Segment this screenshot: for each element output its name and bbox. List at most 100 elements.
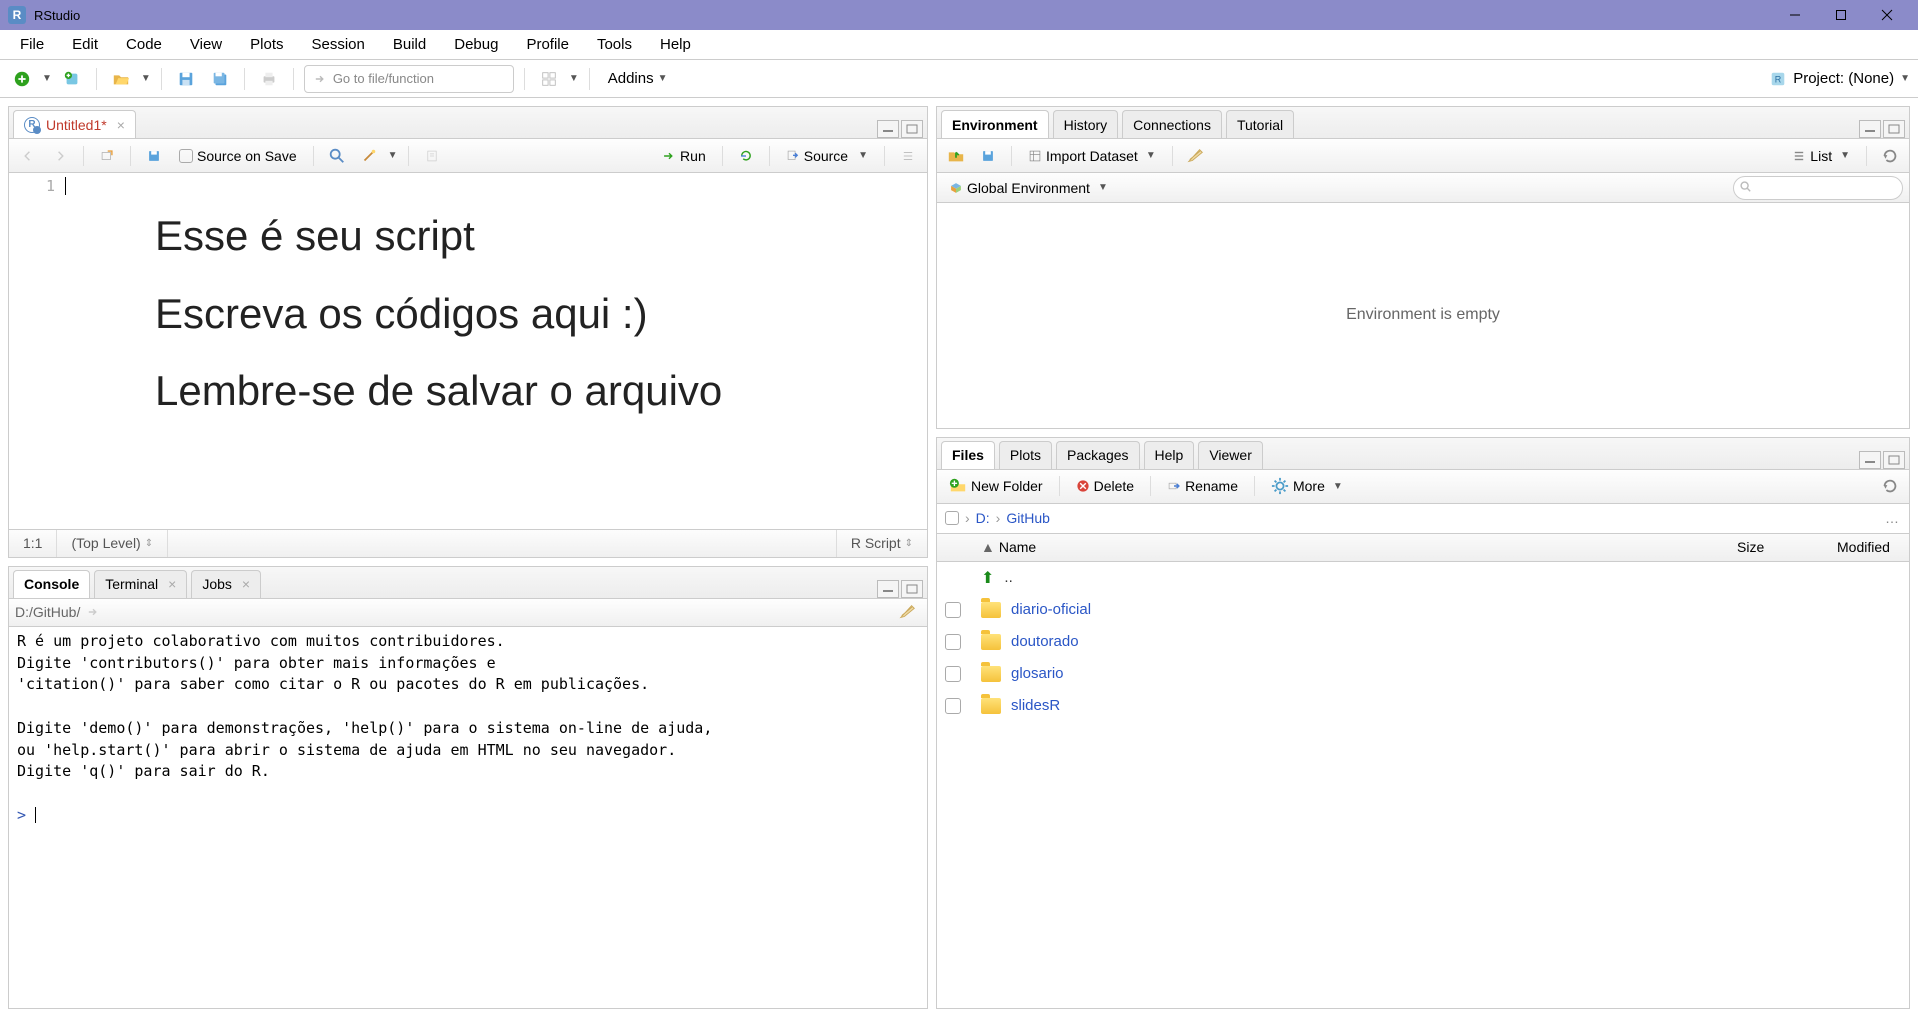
close-icon[interactable]: × xyxy=(168,576,176,592)
col-modified[interactable]: Modified xyxy=(1829,539,1909,555)
menu-code[interactable]: Code xyxy=(112,32,176,57)
pane-minimize-button[interactable] xyxy=(877,120,899,138)
tab-viewer[interactable]: Viewer xyxy=(1198,441,1263,469)
files-row[interactable]: doutorado xyxy=(937,626,1909,658)
tab-packages[interactable]: Packages xyxy=(1056,441,1139,469)
goto-file-input[interactable]: Go to file/function xyxy=(304,65,514,93)
addins-menu[interactable]: Addins▼ xyxy=(600,66,676,91)
menu-plots[interactable]: Plots xyxy=(236,32,297,57)
print-button[interactable] xyxy=(255,65,283,93)
files-row[interactable]: glosario xyxy=(937,658,1909,690)
breadcrumb-folder[interactable]: GitHub xyxy=(1006,510,1050,526)
delete-button[interactable]: Delete xyxy=(1070,475,1140,497)
language-selector[interactable]: R Script ⇕ xyxy=(836,530,927,557)
tab-jobs[interactable]: Jobs× xyxy=(191,570,261,598)
pane-minimize-button[interactable] xyxy=(1859,120,1881,138)
refresh-files-button[interactable] xyxy=(1877,473,1903,499)
outline-button[interactable] xyxy=(895,143,921,169)
chevron-down-icon[interactable]: ▼ xyxy=(569,73,579,84)
open-file-button[interactable] xyxy=(107,65,135,93)
clear-env-button[interactable] xyxy=(1183,143,1209,169)
close-icon[interactable]: × xyxy=(242,576,250,592)
view-mode-menu[interactable]: List▼ xyxy=(1786,145,1856,167)
row-checkbox[interactable] xyxy=(945,698,961,714)
file-name[interactable]: diario-oficial xyxy=(1011,601,1091,618)
forward-button[interactable] xyxy=(47,143,73,169)
select-all-checkbox[interactable] xyxy=(945,511,959,525)
chevron-down-icon[interactable]: ▼ xyxy=(42,73,52,84)
pane-maximize-button[interactable] xyxy=(1883,451,1905,469)
tab-environment[interactable]: Environment xyxy=(941,110,1049,138)
file-name[interactable]: doutorado xyxy=(1011,633,1079,650)
menu-file[interactable]: File xyxy=(6,32,58,57)
show-in-new-window-button[interactable] xyxy=(94,143,120,169)
more-menu[interactable]: More▼ xyxy=(1265,474,1349,498)
source-tab-untitled1[interactable]: R Untitled1* × xyxy=(13,110,136,138)
row-checkbox[interactable] xyxy=(945,634,961,650)
menu-debug[interactable]: Debug xyxy=(440,32,512,57)
console-output[interactable]: R é um projeto colaborativo com muitos c… xyxy=(9,627,927,1008)
cursor-position[interactable]: 1:1 xyxy=(9,530,57,557)
tab-connections[interactable]: Connections xyxy=(1122,110,1222,138)
console-path[interactable]: D:/GitHub/ xyxy=(15,604,80,620)
menu-help[interactable]: Help xyxy=(646,32,705,57)
project-menu[interactable]: R Project: (None) ▼ xyxy=(1769,70,1910,88)
new-project-button[interactable] xyxy=(58,65,86,93)
grid-button[interactable] xyxy=(535,65,563,93)
menu-session[interactable]: Session xyxy=(298,32,379,57)
menu-edit[interactable]: Edit xyxy=(58,32,112,57)
files-up-row[interactable]: ⬆ .. xyxy=(937,562,1909,594)
pane-minimize-button[interactable] xyxy=(877,580,899,598)
close-icon[interactable]: × xyxy=(117,117,125,133)
scope-selector[interactable]: (Top Level) ⇕ xyxy=(57,530,168,557)
env-search[interactable] xyxy=(1733,176,1903,200)
rename-button[interactable]: Rename xyxy=(1161,475,1244,497)
tab-console[interactable]: Console xyxy=(13,570,90,598)
menu-build[interactable]: Build xyxy=(379,32,440,57)
pane-maximize-button[interactable] xyxy=(1883,120,1905,138)
pane-maximize-button[interactable] xyxy=(901,120,923,138)
col-size[interactable]: Size xyxy=(1729,539,1829,555)
file-name[interactable]: slidesR xyxy=(1011,697,1060,714)
env-search-input[interactable] xyxy=(1733,176,1903,200)
wand-button[interactable] xyxy=(356,143,382,169)
source-on-save-toggle[interactable]: Source on Save xyxy=(173,145,303,167)
pane-minimize-button[interactable] xyxy=(1859,451,1881,469)
run-button[interactable]: Run xyxy=(656,145,712,167)
load-workspace-button[interactable] xyxy=(943,143,969,169)
files-row[interactable]: diario-oficial xyxy=(937,594,1909,626)
new-file-button[interactable] xyxy=(8,65,36,93)
col-name[interactable]: ▲Name xyxy=(973,539,1729,555)
clear-console-button[interactable] xyxy=(895,599,921,625)
tab-plots[interactable]: Plots xyxy=(999,441,1052,469)
row-checkbox[interactable] xyxy=(945,666,961,682)
tab-terminal[interactable]: Terminal× xyxy=(94,570,187,598)
tab-tutorial[interactable]: Tutorial xyxy=(1226,110,1294,138)
row-checkbox[interactable] xyxy=(945,602,961,618)
file-name[interactable]: glosario xyxy=(1011,665,1064,682)
source-button[interactable]: Source▼ xyxy=(780,145,874,167)
tab-history[interactable]: History xyxy=(1053,110,1119,138)
pane-maximize-button[interactable] xyxy=(901,580,923,598)
find-button[interactable] xyxy=(324,143,350,169)
refresh-button[interactable] xyxy=(1877,143,1903,169)
window-close-button[interactable] xyxy=(1864,0,1910,30)
save-button[interactable] xyxy=(172,65,200,93)
menu-view[interactable]: View xyxy=(176,32,236,57)
menu-profile[interactable]: Profile xyxy=(512,32,583,57)
chevron-down-icon[interactable]: ▼ xyxy=(141,73,151,84)
arrow-right-icon[interactable] xyxy=(86,605,100,619)
menu-tools[interactable]: Tools xyxy=(583,32,646,57)
code-editor[interactable]: 1 Esse é seu script Escreva os códigos a… xyxy=(9,173,927,529)
files-row[interactable]: slidesR xyxy=(937,690,1909,722)
import-dataset-menu[interactable]: Import Dataset▼ xyxy=(1022,145,1162,167)
window-minimize-button[interactable] xyxy=(1772,0,1818,30)
new-folder-button[interactable]: New Folder xyxy=(943,474,1049,498)
tab-files[interactable]: Files xyxy=(941,441,995,469)
save-all-button[interactable] xyxy=(206,65,234,93)
env-scope-menu[interactable]: Global Environment▼ xyxy=(943,177,1114,199)
chevron-down-icon[interactable]: ▼ xyxy=(388,150,398,161)
save-file-button[interactable] xyxy=(141,143,167,169)
notebook-button[interactable] xyxy=(419,143,445,169)
breadcrumb-more[interactable]: … xyxy=(1885,510,1901,526)
